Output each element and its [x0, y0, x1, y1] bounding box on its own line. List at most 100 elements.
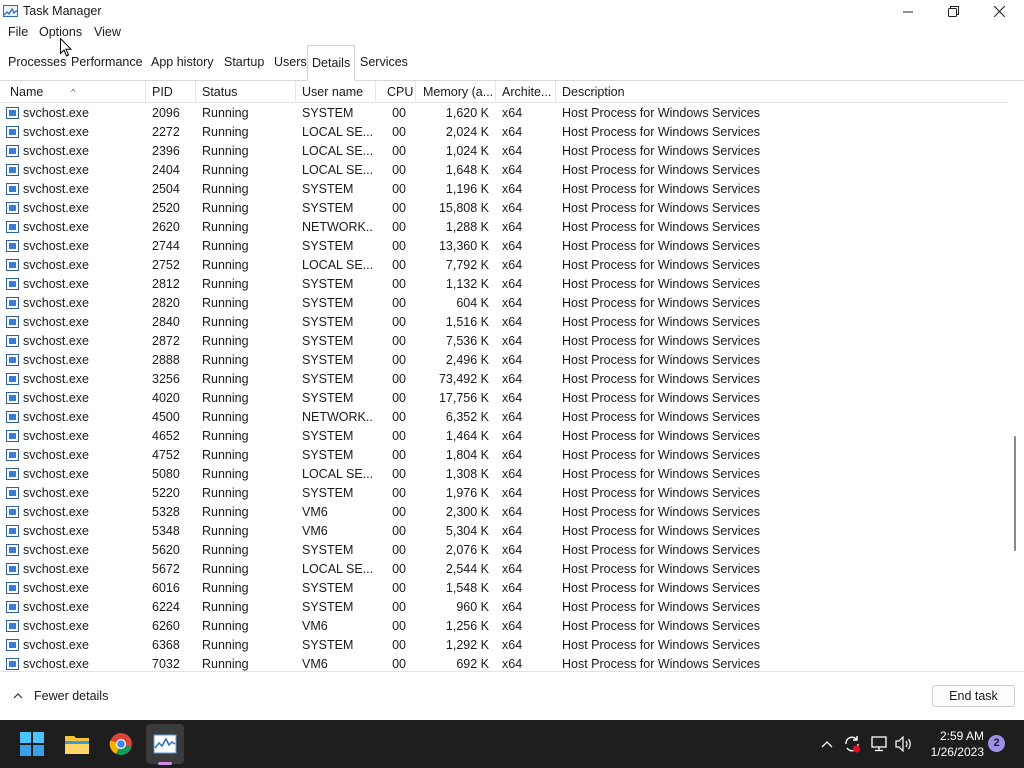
table-row[interactable]: svchost.exe 2744 Running SYSTEM 00 13,360 K x6…: [0, 237, 1008, 256]
column-header-user-name[interactable]: User name: [296, 81, 376, 103]
tab-startup[interactable]: Startup: [220, 49, 268, 75]
table-row[interactable]: svchost.exe 2404 Running LOCAL SE... 00 1,648…: [0, 161, 1008, 180]
user-name-cell: SYSTEM: [302, 296, 354, 310]
process-name-cell: svchost.exe: [23, 467, 90, 481]
table-row[interactable]: svchost.exe 3256 Running SYSTEM 00 73,492 K x6…: [0, 370, 1008, 389]
column-header-name-label: Name: [10, 85, 44, 99]
table-row[interactable]: svchost.exe 4652 Running SYSTEM 00 1,464 K x64…: [0, 427, 1008, 446]
description-cell: Host Process for Windows Services: [562, 315, 760, 329]
process-icon: [6, 278, 19, 290]
column-header-memory[interactable]: Memory (a...: [416, 81, 496, 103]
user-name-cell: VM6: [302, 619, 328, 633]
memory-cell: 6,352 K: [445, 410, 489, 424]
pid-cell: 7032: [152, 657, 180, 671]
table-row[interactable]: svchost.exe 2812 Running SYSTEM 00 1,132 K x64…: [0, 275, 1008, 294]
cpu-cell: 00: [392, 372, 406, 386]
menu-view[interactable]: View: [94, 25, 121, 39]
tab-users[interactable]: Users: [270, 49, 311, 75]
notification-badge[interactable]: 2: [988, 735, 1005, 752]
close-button[interactable]: [976, 0, 1022, 23]
pid-cell: 2752: [152, 258, 180, 272]
volume-button[interactable]: [895, 735, 913, 753]
table-row[interactable]: svchost.exe 5620 Running SYSTEM 00 2,076 K x64…: [0, 541, 1008, 560]
clock-date: 1/26/2023: [930, 745, 984, 759]
process-name-cell: svchost.exe: [23, 505, 90, 519]
table-row[interactable]: svchost.exe 6016 Running SYSTEM 00 1,548 K x64…: [0, 579, 1008, 598]
table-row[interactable]: svchost.exe 4020 Running SYSTEM 00 17,756 K x6…: [0, 389, 1008, 408]
file-explorer-icon: [65, 736, 89, 754]
tab-app-history[interactable]: App history: [147, 49, 218, 75]
pid-cell: 5220: [152, 486, 180, 500]
cpu-cell: 00: [392, 163, 406, 177]
architecture-cell: x64: [502, 353, 523, 367]
process-name-cell: svchost.exe: [23, 581, 90, 595]
table-row[interactable]: svchost.exe 4752 Running SYSTEM 00 1,804 K x64…: [0, 446, 1008, 465]
user-name-cell: SYSTEM: [302, 543, 354, 557]
table-row[interactable]: svchost.exe 6368 Running SYSTEM 00 1,292 K x64…: [0, 636, 1008, 655]
fewer-details-toggle[interactable]: Fewer details: [12, 689, 108, 703]
table-row[interactable]: svchost.exe 2752 Running LOCAL SE... 00 7,792…: [0, 256, 1008, 275]
cpu-cell: 00: [392, 106, 406, 120]
table-row[interactable]: svchost.exe 5328 Running VM6 00 2,300 K x64 Hos…: [0, 503, 1008, 522]
table-row[interactable]: svchost.exe 4500 Running NETWORK... 00 6,352 …: [0, 408, 1008, 427]
user-name-cell: SYSTEM: [302, 486, 354, 500]
scrollbar-thumb[interactable]: [1014, 436, 1016, 551]
table-row[interactable]: svchost.exe 2840 Running SYSTEM 00 1,516 K x64…: [0, 313, 1008, 332]
cpu-cell: 00: [392, 543, 406, 557]
chrome-button[interactable]: [105, 728, 137, 760]
cpu-cell: 00: [392, 334, 406, 348]
column-header-pid[interactable]: PID: [146, 81, 196, 103]
file-explorer-button[interactable]: [61, 728, 93, 760]
table-row[interactable]: svchost.exe 2888 Running SYSTEM 00 2,496 K x64…: [0, 351, 1008, 370]
column-header-description[interactable]: Description: [556, 81, 1008, 103]
process-icon: [6, 392, 19, 404]
maximize-button[interactable]: [930, 0, 976, 23]
pid-cell: 4500: [152, 410, 180, 424]
table-row[interactable]: svchost.exe 5220 Running SYSTEM 00 1,976 K x64…: [0, 484, 1008, 503]
end-task-button[interactable]: End task: [932, 685, 1015, 707]
table-row[interactable]: svchost.exe 5080 Running LOCAL SE... 00 1,308…: [0, 465, 1008, 484]
tab-services[interactable]: Services: [356, 49, 412, 75]
process-icon: [6, 563, 19, 575]
user-name-cell: SYSTEM: [302, 448, 354, 462]
table-row[interactable]: svchost.exe 2396 Running LOCAL SE... 00 1,024…: [0, 142, 1008, 161]
menu-options[interactable]: Options: [39, 25, 82, 39]
column-header-architecture[interactable]: Archite...: [496, 81, 556, 103]
process-icon: [6, 430, 19, 442]
status-cell: Running: [202, 220, 249, 234]
table-row[interactable]: svchost.exe 6260 Running VM6 00 1,256 K x64 Hos…: [0, 617, 1008, 636]
table-row[interactable]: svchost.exe 6224 Running SYSTEM 00 960 K x64 Ho…: [0, 598, 1008, 617]
vertical-scrollbar[interactable]: [1008, 81, 1024, 671]
process-name-cell: svchost.exe: [23, 638, 90, 652]
sync-status-button[interactable]: [843, 735, 861, 753]
table-row[interactable]: svchost.exe 2272 Running LOCAL SE... 00 2,024…: [0, 123, 1008, 142]
table-row[interactable]: svchost.exe 2096 Running SYSTEM 00 1,620 K x64…: [0, 104, 1008, 123]
menu-file[interactable]: File: [8, 25, 28, 39]
table-row[interactable]: svchost.exe 2872 Running SYSTEM 00 7,536 K x64…: [0, 332, 1008, 351]
status-cell: Running: [202, 505, 249, 519]
show-hidden-icons-button[interactable]: [818, 735, 836, 753]
column-header-name[interactable]: Name ^: [4, 81, 146, 103]
table-row[interactable]: svchost.exe 5348 Running VM6 00 5,304 K x64 Hos…: [0, 522, 1008, 541]
tab-performance[interactable]: Performance: [67, 49, 147, 75]
clock-button[interactable]: 2:59 AM 1/26/2023: [920, 728, 984, 760]
task-manager-taskbar-button[interactable]: [149, 728, 181, 760]
table-row[interactable]: svchost.exe 2820 Running SYSTEM 00 604 K x64 Ho…: [0, 294, 1008, 313]
status-cell: Running: [202, 353, 249, 367]
minimize-button[interactable]: [885, 0, 931, 23]
network-button[interactable]: [871, 735, 889, 753]
table-row[interactable]: svchost.exe 2504 Running SYSTEM 00 1,196 K x64…: [0, 180, 1008, 199]
pid-cell: 4652: [152, 429, 180, 443]
tab-details[interactable]: Details: [307, 45, 356, 81]
column-header-status[interactable]: Status: [196, 81, 296, 103]
start-button[interactable]: [16, 728, 48, 760]
pid-cell: 2504: [152, 182, 180, 196]
table-row[interactable]: svchost.exe 2620 Running NETWORK... 00 1,288 …: [0, 218, 1008, 237]
pid-cell: 6224: [152, 600, 180, 614]
window-title: Task Manager: [23, 4, 102, 18]
table-row[interactable]: svchost.exe 2520 Running SYSTEM 00 15,808 K x6…: [0, 199, 1008, 218]
table-row[interactable]: svchost.exe 7032 Running VM6 00 692 K x64 Host …: [0, 655, 1008, 671]
column-header-cpu[interactable]: CPU: [376, 81, 416, 103]
table-row[interactable]: svchost.exe 5672 Running LOCAL SE... 00 2,544…: [0, 560, 1008, 579]
cpu-cell: 00: [392, 486, 406, 500]
